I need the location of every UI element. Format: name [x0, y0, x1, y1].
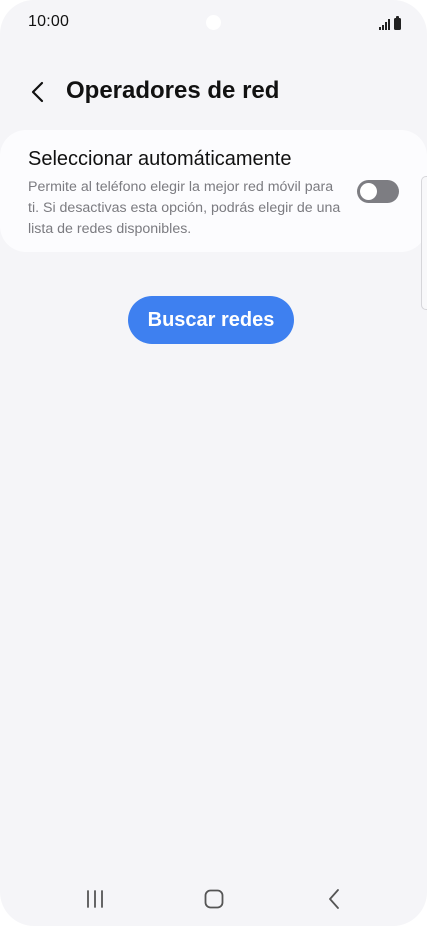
page-title: Operadores de red — [66, 77, 280, 104]
auto-select-setting[interactable]: Seleccionar automáticamente Permite al t… — [0, 130, 427, 252]
setting-description: Permite al teléfono elegir la mejor red … — [28, 179, 341, 237]
auto-select-toggle[interactable] — [357, 180, 399, 203]
back-icon — [329, 889, 339, 909]
header: Operadores de red — [0, 66, 427, 118]
search-networks-button[interactable]: Buscar redes — [128, 296, 294, 344]
signal-icon — [379, 18, 390, 30]
scroll-indicator[interactable] — [421, 176, 427, 310]
status-bar: 10:00 — [0, 0, 427, 44]
back-button[interactable] — [20, 74, 56, 110]
recent-apps-button[interactable] — [75, 884, 115, 914]
setting-title: Seleccionar automáticamente — [28, 148, 292, 170]
phone-screen: 10:00 Operadores de red Seleccionar auto… — [0, 0, 427, 926]
recent-apps-icon — [87, 890, 103, 908]
toggle-knob — [360, 183, 377, 200]
home-icon — [204, 889, 224, 909]
status-icons — [379, 14, 401, 30]
nav-back-button[interactable] — [314, 884, 354, 914]
settings-card: Seleccionar automáticamente Permite al t… — [0, 130, 427, 252]
chevron-left-icon — [31, 81, 44, 103]
front-camera — [206, 15, 221, 30]
battery-icon — [394, 16, 401, 30]
navigation-bar — [0, 872, 427, 926]
status-time: 10:00 — [28, 13, 70, 30]
home-button[interactable] — [194, 884, 234, 914]
